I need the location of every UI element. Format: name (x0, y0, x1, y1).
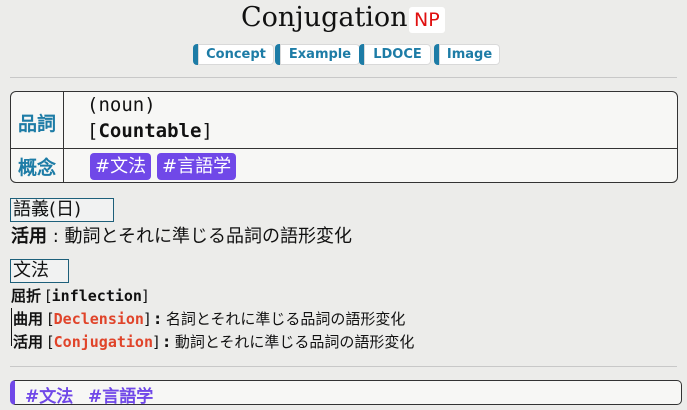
declension-label: 曲用 (13, 310, 44, 328)
conjugation-term: Conjugation (53, 333, 153, 351)
inflection-line: 屈折 [inflection] (11, 287, 148, 305)
concept-label: 概念 (17, 157, 56, 179)
card-title: Conjugation (241, 2, 408, 33)
inflection-term: inflection (51, 287, 142, 305)
concept-link-button[interactable]: Concept (193, 44, 274, 65)
divider (10, 366, 677, 367)
meaning-text: 動詞とそれに準じる品詞の語形変化 (64, 226, 352, 247)
tag-linguistics[interactable]: #言語学 (157, 153, 237, 180)
declension-def: 名詞とそれに準じる品詞の語形変化 (165, 310, 406, 328)
image-link-button[interactable]: Image (434, 44, 500, 65)
ldoce-link-button[interactable]: LDOCE (359, 44, 431, 65)
meaning-colon: : (47, 226, 65, 247)
inflection-label: 屈折 (11, 287, 42, 305)
declension-line: 曲用 [Declension] : 名詞とそれに準じる品詞の語形変化 (13, 310, 406, 328)
meaning-term: 活用 (11, 226, 47, 247)
conjugation-line: 活用 [Conjugation] : 動詞とそれに準じる品詞の語形変化 (13, 333, 415, 351)
declension-term: Declension (53, 310, 144, 328)
pos-value: (noun) (87, 94, 156, 116)
example-link-button[interactable]: Example (275, 44, 360, 65)
footer-tag-linguistics[interactable]: #言語学 (88, 382, 153, 407)
meaning-section-label: 語義(日) (10, 198, 114, 222)
grammar-section-label: 文法 (10, 259, 69, 283)
np-badge: NP (409, 7, 445, 33)
countable-line: [Countable] (87, 120, 213, 142)
reference-links: Concept Example LDOCE Image (0, 44, 687, 66)
card-header: Conjugation NP (0, 0, 687, 40)
meaning-definition: 活用 : 動詞とそれに準じる品詞の語形変化 (11, 222, 352, 248)
info-table: 品詞 (noun) [Countable] 概念 #文法 #言語学 (10, 91, 678, 183)
footer-tag-grammar[interactable]: #文法 (25, 382, 73, 407)
conjugation-def: 動詞とそれに準じる品詞の語形変化 (174, 333, 415, 351)
tag-grammar[interactable]: #文法 (90, 153, 152, 180)
conjugation-label: 活用 (13, 333, 44, 351)
divider (10, 77, 677, 78)
row-separator (11, 148, 677, 149)
footer-tags: #文法 #言語学 (10, 380, 682, 407)
tree-line (11, 308, 12, 346)
pos-label: 品詞 (17, 113, 56, 135)
countable-value: Countable (98, 120, 202, 142)
